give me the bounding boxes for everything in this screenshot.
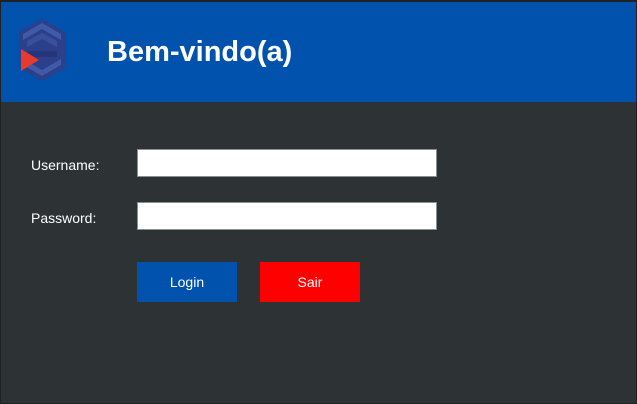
exit-button[interactable]: Sair [260,262,360,302]
username-input[interactable] [137,149,437,177]
password-label: Password: [31,210,97,226]
login-button[interactable]: Login [137,262,237,302]
username-label: Username: [31,157,100,173]
password-input[interactable] [137,202,437,230]
welcome-title: Bem-vindo(a) [107,36,293,68]
login-window: Bem-vindo(a) Username: Password: Login S… [0,0,637,404]
shield-play-logo-icon [19,19,65,81]
header-banner: Bem-vindo(a) [1,2,636,102]
